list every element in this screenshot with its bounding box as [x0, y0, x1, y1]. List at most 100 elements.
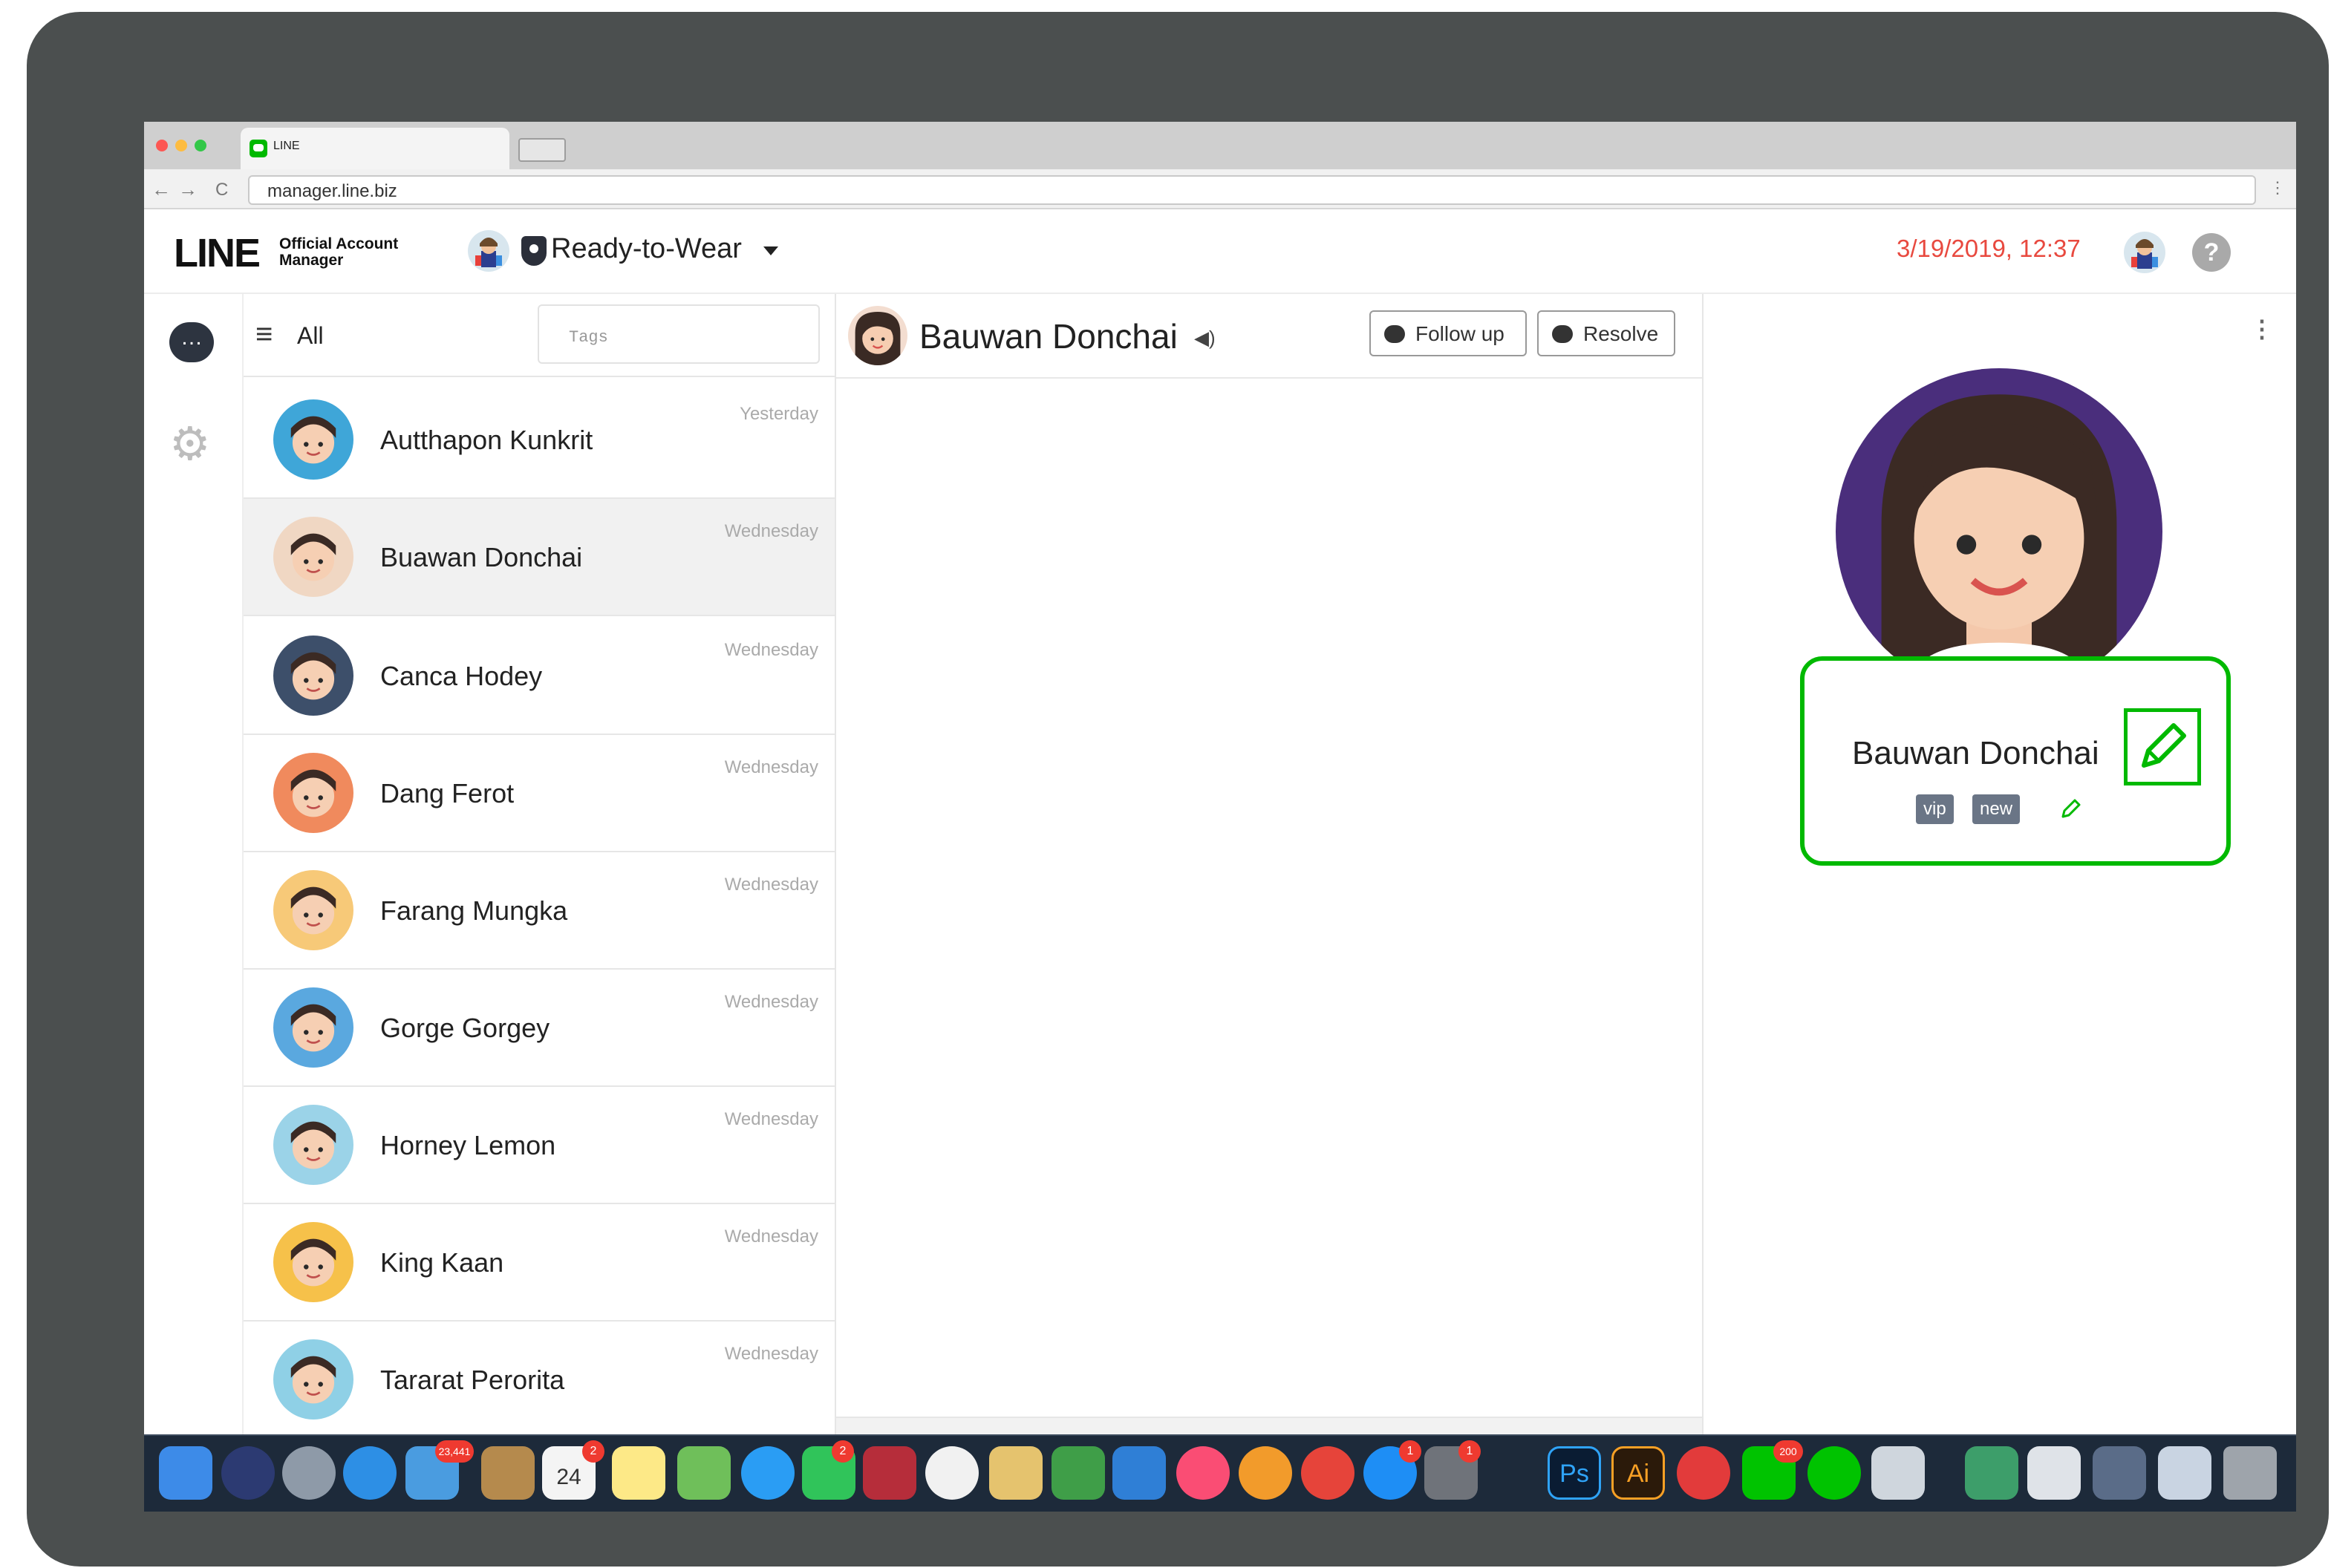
- edit-name-button[interactable]: [2124, 708, 2201, 785]
- contact-name: Autthapon Kunkrit: [380, 425, 593, 455]
- siri-icon[interactable]: [221, 1446, 275, 1500]
- chat-list-row[interactable]: King Kaan Wednesday: [244, 1204, 835, 1322]
- documents-folder-icon[interactable]: [2027, 1446, 2081, 1500]
- contact-avatar[interactable]: [848, 306, 907, 365]
- chat-list-row[interactable]: Canca Hodey Wednesday: [244, 618, 835, 735]
- chat-list-header: ≡ All Tags: [244, 294, 835, 377]
- contact-avatar: [273, 753, 353, 833]
- calendar-badge: 2: [582, 1440, 604, 1463]
- photoshop-icon[interactable]: Ps: [1548, 1446, 1601, 1500]
- contact-name: Buawan Donchai: [380, 542, 583, 572]
- keynote-icon[interactable]: [1112, 1446, 1166, 1500]
- chat-list-row[interactable]: Buawan Donchai Wednesday: [244, 499, 835, 616]
- zoom-window-button[interactable]: [195, 140, 206, 151]
- line-favicon-icon: [250, 140, 267, 157]
- minimize-window-button[interactable]: [175, 140, 187, 151]
- chat-list-row[interactable]: Farang Mungka Wednesday: [244, 852, 835, 970]
- profile-avatar: [1836, 368, 2162, 695]
- help-icon[interactable]: ?: [2192, 233, 2231, 272]
- maps-icon[interactable]: [677, 1446, 731, 1500]
- last-message-time: Wednesday: [724, 521, 818, 541]
- safari-icon[interactable]: [343, 1446, 397, 1500]
- pdf-reader-icon[interactable]: [1677, 1446, 1730, 1500]
- screen: LINE ← → C manager.line.biz ⋮ LINE Offic…: [144, 122, 2296, 1512]
- itunes-icon[interactable]: [1176, 1446, 1230, 1500]
- back-arrow-icon[interactable]: ←: [151, 178, 171, 201]
- photos-icon[interactable]: [925, 1446, 979, 1500]
- line-chat-icon[interactable]: [1807, 1446, 1861, 1500]
- messages-icon[interactable]: [741, 1446, 795, 1500]
- contact-name: King Kaan: [380, 1247, 504, 1278]
- account-avatar[interactable]: [468, 230, 509, 272]
- downloads-folder-icon[interactable]: [1965, 1446, 2018, 1500]
- browser-tab[interactable]: LINE: [241, 128, 509, 169]
- preview-icon[interactable]: [1871, 1446, 1925, 1500]
- chat-list-row[interactable]: Dang Ferot Wednesday: [244, 735, 835, 852]
- conversation-header: Bauwan Donchai ◀) Follow up Resolve: [836, 294, 1702, 379]
- chevron-down-icon[interactable]: [763, 246, 778, 255]
- system-preferences-badge: 1: [1458, 1440, 1481, 1463]
- last-message-time: Wednesday: [724, 640, 818, 660]
- account-switcher[interactable]: Ready-to-Wear: [551, 233, 742, 265]
- contact-avatar: [273, 1222, 353, 1302]
- last-message-time: Wednesday: [724, 992, 818, 1012]
- more-options-icon[interactable]: ⋮: [2250, 315, 2274, 343]
- follow-up-button[interactable]: Follow up: [1369, 310, 1527, 356]
- notes-icon[interactable]: [612, 1446, 665, 1500]
- new-tab-button[interactable]: [518, 138, 566, 162]
- tag-chip-vip[interactable]: vip: [1916, 794, 1954, 824]
- chrome-icon[interactable]: [1301, 1446, 1354, 1500]
- last-message-time: Yesterday: [740, 404, 818, 424]
- screenshots-folder-icon[interactable]: [2093, 1446, 2146, 1500]
- contact-avatar: [273, 987, 353, 1068]
- verified-shield-icon: [521, 236, 547, 266]
- mail-badge: 23,441: [435, 1440, 474, 1463]
- close-window-button[interactable]: [156, 140, 168, 151]
- ibooks-icon[interactable]: [1239, 1446, 1292, 1500]
- chat-list-row[interactable]: Autthapon Kunkrit Yesterday: [244, 382, 835, 499]
- url-field[interactable]: manager.line.biz: [248, 175, 2256, 205]
- contact-name: Dang Ferot: [380, 778, 515, 808]
- line-logo[interactable]: LINE: [174, 230, 261, 276]
- illustrator-icon[interactable]: Ai: [1611, 1446, 1665, 1500]
- resolve-label: Resolve: [1583, 322, 1659, 345]
- address-bar: ← → C manager.line.biz ⋮: [144, 169, 2296, 209]
- gear-icon[interactable]: ⚙: [169, 422, 211, 468]
- photo-booth-icon[interactable]: [863, 1446, 916, 1500]
- finder-icon[interactable]: [159, 1446, 212, 1500]
- user-avatar[interactable]: [2124, 232, 2165, 273]
- icon-rail: ⚙: [144, 294, 244, 1512]
- contact-avatar: [273, 517, 353, 597]
- resolve-button[interactable]: Resolve: [1537, 310, 1675, 356]
- contact-name: Canca Hodey: [380, 661, 543, 691]
- contacts-icon[interactable]: [481, 1446, 535, 1500]
- contact-avatar: [273, 1339, 353, 1420]
- pages-icon[interactable]: [989, 1446, 1043, 1500]
- browser-menu-icon[interactable]: ⋮: [2269, 178, 2286, 197]
- facetime-badge: 2: [832, 1440, 854, 1463]
- files-folder-icon[interactable]: [2158, 1446, 2211, 1500]
- launchpad-icon[interactable]: [282, 1446, 336, 1500]
- filter-dropdown[interactable]: All: [297, 322, 324, 350]
- chat-bubble-icon[interactable]: [169, 322, 214, 362]
- hamburger-menu-icon[interactable]: ≡: [255, 319, 273, 349]
- chat-list-row[interactable]: Tararat Perorita Wednesday: [244, 1322, 835, 1439]
- tags-filter-input[interactable]: Tags: [538, 304, 820, 364]
- conversation-contact-name: Bauwan Donchai: [919, 317, 1178, 356]
- reload-icon[interactable]: C: [215, 180, 228, 200]
- tag-chip-new[interactable]: new: [1972, 794, 2021, 824]
- edit-tags-pencil-icon[interactable]: [2057, 796, 2084, 823]
- speaker-icon[interactable]: ◀): [1194, 327, 1216, 350]
- contact-avatar: [273, 636, 353, 716]
- pencil-icon: [2142, 723, 2186, 768]
- contact-name: Farang Mungka: [380, 895, 568, 926]
- macos-dock: 23,441 24 2 2 1 1 Ps Ai 200: [144, 1434, 2296, 1512]
- last-message-time: Wednesday: [724, 1226, 818, 1247]
- chat-list-row[interactable]: Gorge Gorgey Wednesday: [244, 970, 835, 1087]
- forward-arrow-icon[interactable]: →: [178, 178, 198, 201]
- last-message-time: Wednesday: [724, 1109, 818, 1129]
- chat-list-row[interactable]: Horney Lemon Wednesday: [244, 1087, 835, 1204]
- numbers-icon[interactable]: [1052, 1446, 1105, 1500]
- profile-panel: ⋮ Bauwan Donchai vip new: [1704, 294, 2296, 1512]
- trash-icon[interactable]: [2223, 1446, 2277, 1500]
